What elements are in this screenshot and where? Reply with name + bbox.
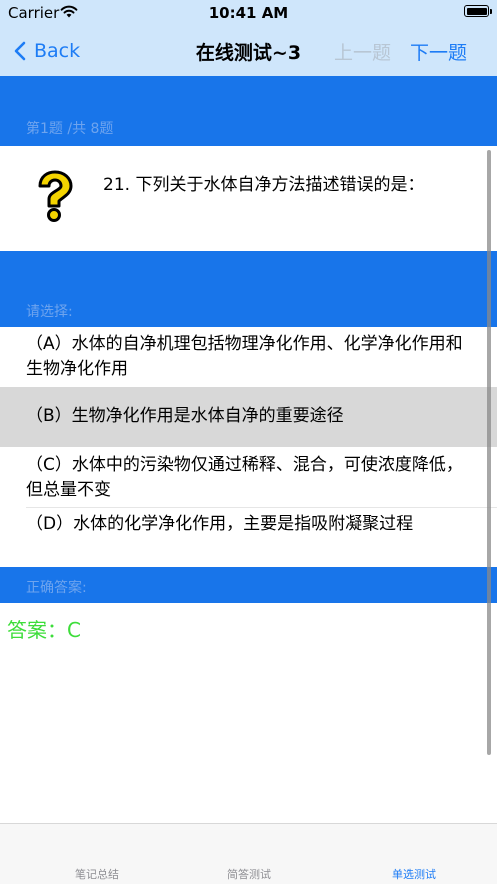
tab-short-answer-test[interactable]: 简答测试 (189, 866, 309, 882)
option-d[interactable]: （D）水体的化学净化作用，主要是指吸附凝聚过程 (0, 508, 497, 567)
question-mark-icon (38, 170, 73, 222)
correct-answer-band: 正确答案: (0, 567, 497, 603)
option-label: （C）水体中的污染物仅通过稀释、混合，可使浓度降低，但总量不变 (26, 455, 463, 500)
status-time: 10:41 AM (208, 4, 289, 22)
status-bar: Carrier 10:41 AM (0, 0, 497, 26)
question-text: 21. 下列关于水体自净方法描述错误的是： (103, 175, 425, 195)
choose-label: 请选择: (26, 304, 73, 320)
battery-icon (464, 5, 492, 17)
scrollbar[interactable] (487, 150, 491, 755)
correct-answer-label: 正确答案: (26, 580, 87, 596)
tab-bar: 笔记总结 简答测试 单选测试 (0, 823, 497, 884)
question-card: 21. 下列关于水体自净方法描述错误的是： (0, 146, 497, 251)
progress-band: 第1题 /共 8题 (0, 76, 497, 146)
tab-single-choice-test[interactable]: 单选测试 (354, 866, 474, 882)
tab-notes-summary[interactable]: 笔记总结 (37, 866, 157, 882)
option-c[interactable]: （C）水体中的污染物仅通过稀释、混合，可使浓度降低，但总量不变 (0, 447, 497, 507)
option-b[interactable]: （B）生物净化作用是水体自净的重要途径 (0, 387, 497, 447)
choose-band: 请选择: (0, 251, 497, 327)
answer-text: 答案：C (7, 618, 81, 642)
option-a[interactable]: （A）水体的自净机理包括物理净化作用、化学净化作用和生物净化作用 (0, 327, 497, 387)
previous-question-button[interactable]: 上一题 (334, 38, 391, 65)
next-question-button[interactable]: 下一题 (410, 38, 467, 65)
option-label: （B）生物净化作用是水体自净的重要途径 (26, 406, 344, 426)
progress-label: 第1题 /共 8题 (26, 121, 114, 137)
option-label: （D）水体的化学净化作用，主要是指吸附凝聚过程 (26, 514, 414, 534)
option-label: （A）水体的自净机理包括物理净化作用、化学净化作用和生物净化作用 (26, 334, 463, 379)
navigation-bar: Back 在线测试~3 上一题 下一题 (0, 26, 497, 76)
